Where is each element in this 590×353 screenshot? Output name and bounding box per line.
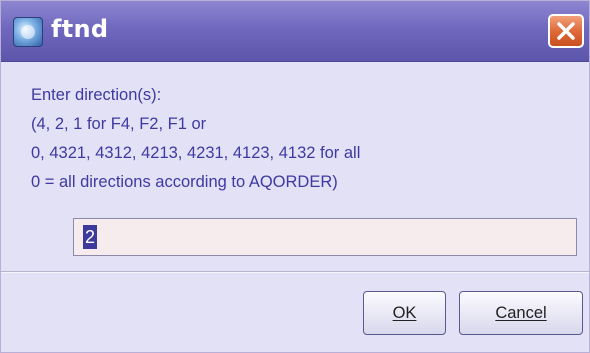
ok-button[interactable]: OK (363, 291, 446, 335)
message-line: Enter direction(s): (31, 86, 162, 104)
direction-input[interactable] (73, 218, 577, 256)
message-line: (4, 2, 1 for F4, F2, F1 or (31, 115, 207, 133)
message-line: 0, 4321, 4312, 4213, 4231, 4123, 4132 fo… (31, 144, 361, 162)
prompt-message: Enter direction(s): (4, 2, 1 for F4, F2,… (31, 81, 360, 197)
cancel-button[interactable]: Cancel (459, 291, 583, 335)
separator (1, 271, 589, 273)
message-line: 0 = all directions according to AQORDER) (31, 173, 338, 191)
close-icon (557, 22, 575, 40)
java-app-icon (13, 17, 43, 47)
window-title: ftnd (51, 15, 109, 43)
dialog-window: ftnd Enter direction(s): (4, 2, 1 for F4… (0, 0, 590, 353)
close-button[interactable] (548, 14, 584, 48)
title-bar[interactable]: ftnd (1, 1, 589, 62)
